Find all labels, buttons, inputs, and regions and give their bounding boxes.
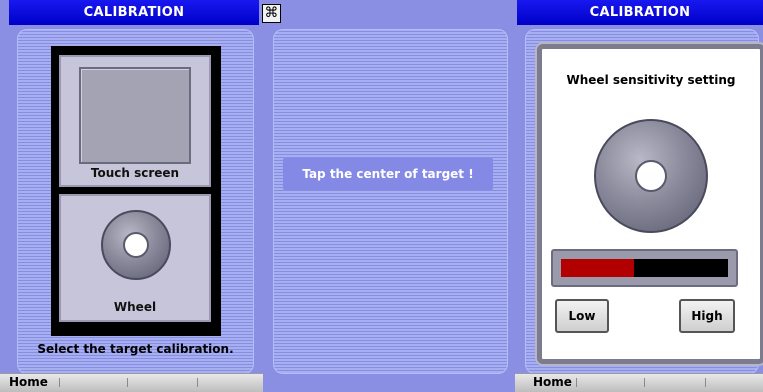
divider: [127, 378, 128, 387]
slider-track-inner: [561, 259, 728, 277]
tap-instruction: Tap the center of target !: [283, 158, 493, 190]
divider: [59, 378, 60, 387]
slider-fill: [561, 259, 634, 277]
home-button[interactable]: Home: [9, 375, 48, 389]
touch-screen-label: Touch screen: [90, 166, 180, 180]
sensitivity-title: Wheel sensitivity setting: [566, 73, 736, 87]
calibration-selector: Touch screen Wheel: [51, 46, 221, 336]
wheel-option[interactable]: Wheel: [59, 194, 211, 322]
divider: [705, 378, 706, 387]
left-bottom-bar: Home: [0, 373, 263, 392]
low-button[interactable]: Low: [555, 299, 609, 333]
left-title-bar: CALIBRATION: [9, 0, 259, 25]
tap-instruction-text: Tap the center of target !: [302, 167, 474, 181]
right-title-bar: CALIBRATION: [517, 0, 763, 25]
wheel-icon: [594, 119, 708, 233]
wheel-hole: [635, 160, 667, 192]
home-button[interactable]: Home: [533, 375, 572, 389]
middle-frame: [273, 29, 508, 374]
divider: [576, 378, 577, 387]
close-icon[interactable]: ⌘: [262, 4, 281, 23]
right-title: CALIBRATION: [589, 5, 691, 20]
divider: [644, 378, 645, 387]
sensitivity-slider[interactable]: [551, 249, 738, 287]
select-caption: Select the target calibration.: [37, 342, 234, 356]
low-button-label: Low: [568, 309, 596, 323]
left-panel: CALIBRATION Touch screen Wheel Select th…: [0, 0, 263, 392]
divider: [197, 378, 198, 387]
middle-panel: [263, 0, 515, 392]
wheel-icon: [101, 210, 171, 280]
high-button[interactable]: High: [679, 299, 735, 333]
touch-screen-option[interactable]: Touch screen: [59, 55, 211, 187]
left-title: CALIBRATION: [83, 5, 185, 20]
right-bottom-bar: Home: [515, 373, 763, 392]
touch-screen-icon: [79, 67, 191, 164]
wheel-label: Wheel: [113, 300, 157, 314]
high-button-label: High: [691, 309, 723, 323]
wheel-hole: [123, 232, 149, 258]
